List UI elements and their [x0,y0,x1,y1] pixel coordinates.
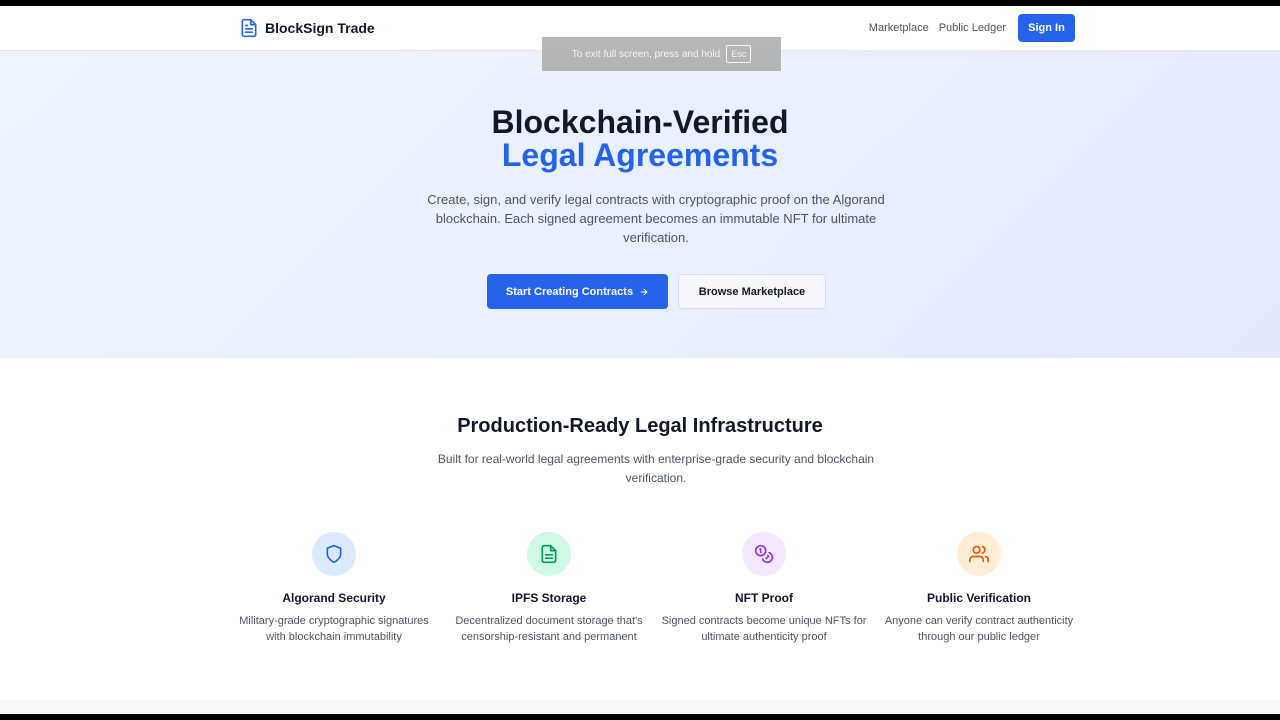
users-icon [969,545,989,563]
feature-title: IPFS Storage [511,591,587,605]
hero-title-line2: Legal Agreements [501,137,779,173]
feature-description: Anyone can verify contract authenticity … [884,615,1074,643]
nav-marketplace-link[interactable]: Marketplace [869,22,929,34]
hero-section: Blockchain-Verified Legal Agreements Cre… [0,51,1280,358]
feature-algorand-security: Algorand Security Military-grade cryptog… [229,532,439,645]
toast-text: To exit full screen, press and hold [571,48,721,60]
shield-icon [326,544,342,564]
brand-name: BlockSign Trade [265,20,375,36]
document-icon [241,18,257,38]
brand-logo[interactable]: BlockSign Trade [239,17,375,39]
feature-icon-circle [312,532,356,576]
features-subtitle: Built for real-world legal agreements wi… [437,452,875,485]
feature-title: Algorand Security [282,591,386,605]
browser-viewport: BlockSign Trade Marketplace Public Ledge… [0,6,1280,714]
feature-title: Public Verification [926,591,1032,605]
hero-title: Blockchain-Verified Legal Agreements [0,106,1280,172]
feature-description: Military-grade cryptographic signatures … [239,615,429,643]
file-text-icon [541,544,557,564]
hero-title-line1: Blockchain-Verified [491,104,789,140]
fullscreen-exit-toast: To exit full screen, press and hold Esc [542,37,781,71]
start-creating-contracts-label: Start Creating Contracts [505,285,634,298]
nav-public-ledger-link[interactable]: Public Ledger [939,22,1006,34]
sign-in-button[interactable]: Sign In [1018,14,1075,42]
feature-icon-circle [742,532,786,576]
feature-description: Signed contracts become unique NFTs for … [661,615,867,643]
top-nav: Marketplace Public Ledger Sign In [869,14,1075,42]
feature-public-verification: Public Verification Anyone can verify co… [874,532,1084,645]
next-section-edge [0,700,1280,714]
feature-ipfs-storage: IPFS Storage Decentralized document stor… [444,532,654,645]
feature-icon-circle [527,532,571,576]
arrow-right-icon [640,288,648,295]
toast-esc-key: Esc [726,45,752,63]
feature-nft-proof: NFT Proof Signed contracts become unique… [659,532,869,645]
hero-subtitle: Create, sign, and verify legal contracts… [427,192,885,245]
browse-marketplace-button[interactable]: Browse Marketplace [678,274,826,309]
features-title: Production-Ready Legal Infrastructure [457,415,823,437]
start-creating-contracts-button[interactable]: Start Creating Contracts [487,274,668,309]
feature-description: Decentralized document storage that's ce… [455,615,643,643]
feature-title: NFT Proof [735,591,793,605]
feature-icon-circle [957,532,1001,576]
coins-icon [754,544,774,564]
